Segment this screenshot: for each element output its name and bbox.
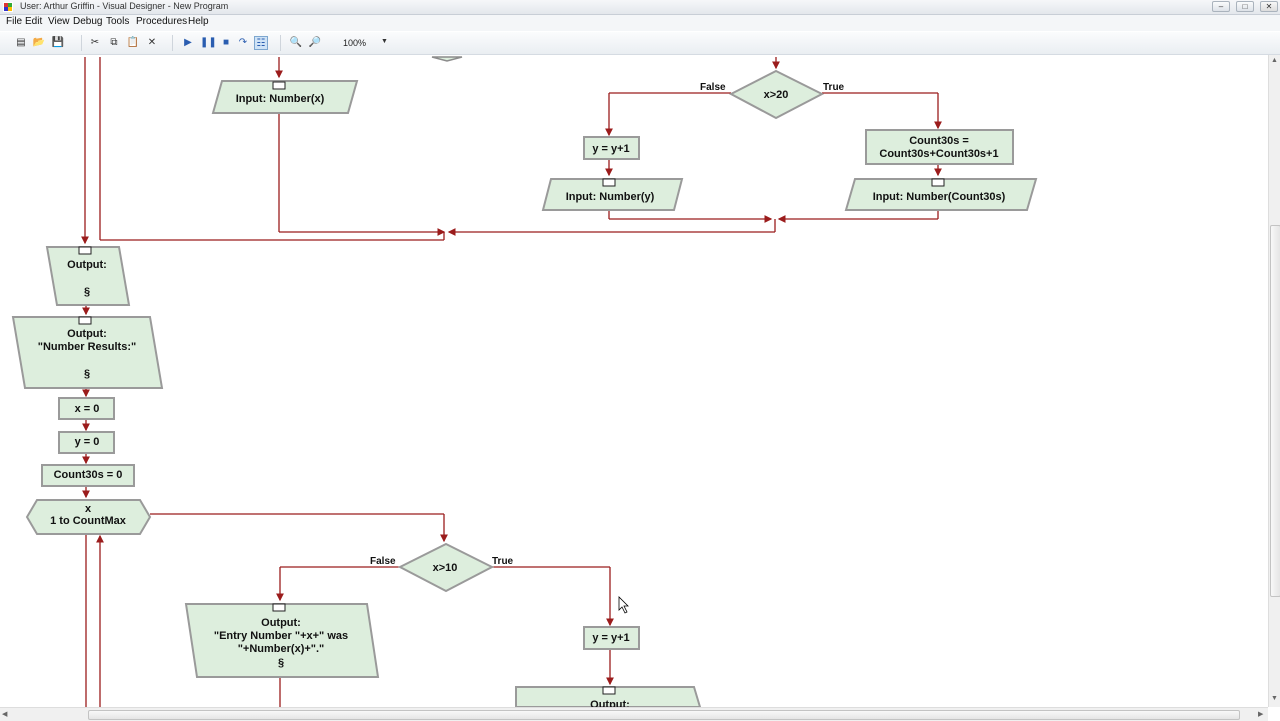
horizontal-scroll-thumb[interactable] (88, 710, 1240, 720)
cut-icon[interactable]: ✂ (88, 36, 102, 50)
close-button[interactable]: ✕ (1260, 1, 1278, 12)
paste-icon[interactable]: 📋 (126, 36, 140, 50)
loop-range: 1 to CountMax (50, 515, 127, 527)
menu-edit[interactable]: Edit (25, 16, 42, 27)
decision-x20-label: x>20 (764, 89, 789, 101)
assign-y-zero-label: y = 0 (75, 436, 100, 448)
partial-shape[interactable] (431, 56, 463, 62)
title-bar: User: Arthur Griffin - Visual Designer -… (0, 0, 1280, 15)
input-number-count30s-label: Input: Number(Count30s) (873, 191, 1006, 203)
assign-count30s-zero-label: Count30s = 0 (54, 469, 123, 481)
output1-section-mark: § (84, 286, 90, 298)
assign-y-zero[interactable]: y = 0 (58, 431, 115, 454)
minimize-button[interactable]: – (1212, 1, 1230, 12)
pause-icon[interactable]: ❚❚ (200, 36, 217, 50)
assign-y-inc-top[interactable]: y = y+1 (583, 136, 640, 160)
menu-debug[interactable]: Debug (73, 16, 102, 27)
true-label-top: True (823, 82, 845, 93)
menu-help[interactable]: Help (188, 16, 209, 27)
toolbar-separator (280, 35, 281, 51)
vertical-scroll-thumb[interactable] (1270, 225, 1280, 597)
menu-tools[interactable]: Tools (106, 16, 129, 27)
assign-y-inc-top-label: y = y+1 (592, 143, 629, 155)
zoom-in-icon[interactable]: 🔍 (289, 36, 303, 50)
delete-icon[interactable]: ✕ (145, 36, 159, 50)
output-number-results-block[interactable]: Output: "Number Results:" § (11, 316, 164, 389)
run-icon[interactable]: ▶ (181, 36, 195, 50)
output2-text: "Number Results:" (38, 341, 136, 353)
chevron-down-icon[interactable]: ▼ (381, 38, 388, 45)
true-label-bottom: True (492, 556, 514, 567)
zoom-out-icon[interactable]: 🔎 (308, 36, 322, 50)
copy-icon[interactable]: ⧉ (107, 36, 121, 50)
menu-view[interactable]: View (48, 16, 70, 27)
false-label-top: False (700, 82, 726, 93)
output3-label: Output: (261, 617, 301, 629)
output2-label: Output: (67, 328, 107, 340)
input-number-y-label: Input: Number(y) (566, 191, 655, 203)
menu-file[interactable]: File (6, 16, 22, 27)
loop-x-block[interactable]: x 1 to CountMax (25, 499, 152, 535)
output4-label: Output: (590, 699, 630, 707)
menu-procedures[interactable]: Procedures (136, 16, 187, 27)
zoom-level[interactable]: 100% (343, 38, 366, 48)
new-icon[interactable]: ▤ (14, 36, 28, 50)
input-number-x-label: Input: Number(x) (236, 93, 325, 105)
output2-section-mark: § (84, 368, 90, 380)
horizontal-scrollbar[interactable]: ◀ ▶ (0, 707, 1268, 721)
output1-label: Output: (67, 259, 107, 271)
save-icon[interactable]: 💾 (51, 36, 65, 50)
assign-count30s-line2: Count30s+Count30s+1 (879, 148, 998, 160)
flowchart-svg: Input: Number(x) x>20 False True y = y+1… (11, 56, 1038, 707)
step-icon[interactable]: ↷ (236, 36, 250, 50)
vertical-scrollbar[interactable]: ▲ ▼ (1268, 55, 1280, 707)
assign-y-inc-bottom-label: y = y+1 (592, 632, 629, 644)
scroll-right-icon[interactable]: ▶ (1258, 710, 1263, 718)
toolbar-separator (172, 35, 173, 51)
scroll-down-icon[interactable]: ▼ (1271, 695, 1278, 702)
menu-bar: File Edit View Debug Tools Procedures He… (0, 15, 1280, 31)
maximize-button[interactable]: □ (1236, 1, 1254, 12)
output-bottom-block[interactable]: Output: (515, 686, 702, 707)
assign-x-zero-label: x = 0 (75, 403, 100, 415)
input-number-x-block[interactable]: Input: Number(x) (211, 80, 359, 114)
stop-icon[interactable]: ■ (219, 36, 233, 50)
output-entry-number-block[interactable]: Output: "Entry Number "+x+" was "+Number… (184, 603, 380, 678)
scroll-left-icon[interactable]: ◀ (2, 710, 7, 718)
toggle-view-icon[interactable]: ☷ (254, 36, 268, 50)
output-section-block[interactable]: Output: § (45, 246, 131, 306)
decision-x10-label: x>10 (433, 562, 458, 574)
assign-x-zero[interactable]: x = 0 (58, 397, 115, 420)
output3-section-mark: § (278, 657, 284, 669)
output3-line2: "+Number(x)+"." (238, 643, 325, 655)
loop-variable: x (85, 503, 92, 515)
window-title: User: Arthur Griffin - Visual Designer -… (20, 1, 229, 11)
output3-line1: "Entry Number "+x+" was (214, 630, 348, 642)
false-label-bottom: False (370, 556, 396, 567)
decision-x-greater-20[interactable]: x>20 (728, 69, 825, 120)
input-number-y-block[interactable]: Input: Number(y) (541, 178, 684, 211)
open-icon[interactable]: 📂 (32, 36, 46, 50)
scroll-up-icon[interactable]: ▲ (1271, 57, 1278, 64)
assign-count30s-zero[interactable]: Count30s = 0 (41, 464, 135, 487)
assign-y-inc-bottom[interactable]: y = y+1 (583, 626, 640, 650)
assign-count30s-line1: Count30s = (909, 135, 969, 147)
decision-x-greater-10[interactable]: x>10 (397, 542, 495, 593)
mouse-cursor-icon (618, 596, 629, 614)
assign-count30s-block[interactable]: Count30s = Count30s+Count30s+1 (865, 129, 1014, 165)
input-number-count30s-block[interactable]: Input: Number(Count30s) (844, 178, 1038, 211)
toolbar-separator (81, 35, 82, 51)
toolbar: ▤ 📂 💾 ✂ ⧉ 📋 ✕ ▶ ❚❚ ■ ↷ ☷ 🔍 🔎 100% ▼ (0, 32, 1280, 55)
flowchart-canvas[interactable]: Input: Number(x) x>20 False True y = y+1… (0, 55, 1268, 707)
app-icon (3, 2, 13, 12)
